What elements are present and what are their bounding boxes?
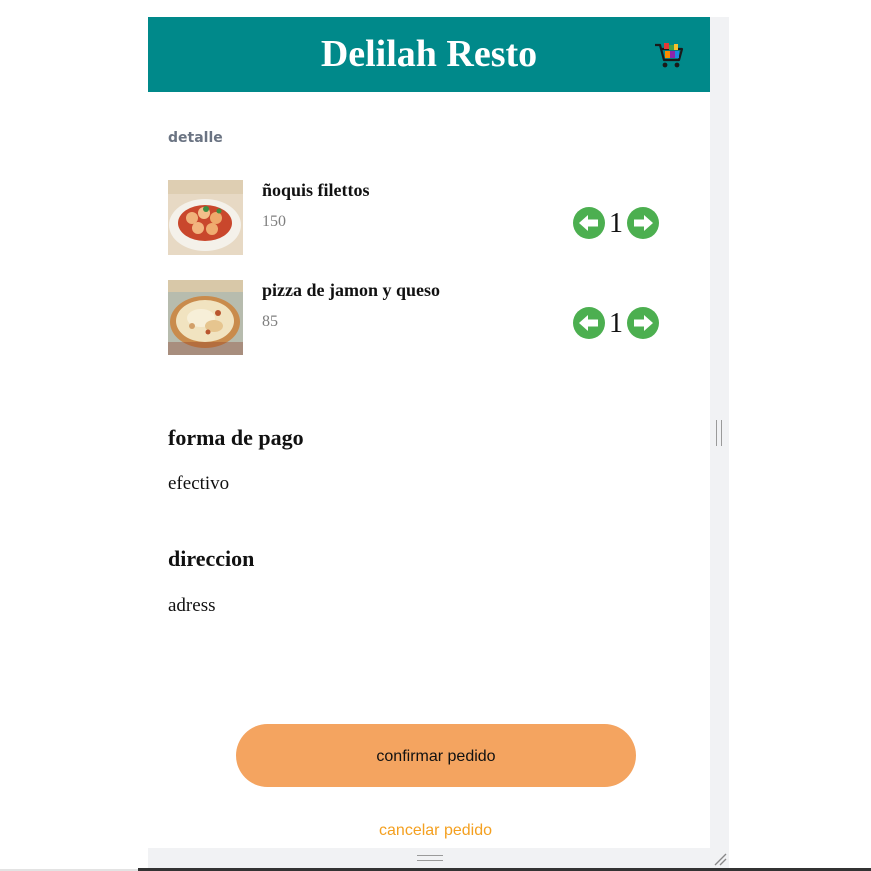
- order-item: ñoquis filettos 150 1: [168, 179, 688, 255]
- corner-resize-grip-icon[interactable]: [713, 851, 727, 866]
- item-price: 150: [262, 213, 286, 230]
- quantity-value: 1: [609, 308, 623, 339]
- address-value: adress: [168, 595, 216, 616]
- app-header: Delilah Resto: [148, 17, 710, 92]
- quantity-stepper: 1: [573, 307, 661, 339]
- order-detail-label: detalle: [168, 130, 223, 146]
- ham-cheese-pizza-photo: [168, 280, 243, 355]
- app-screen: Delilah Resto detalle ñoquis filettos 15…: [148, 17, 710, 848]
- order-item: pizza de jamon y queso 85 1: [168, 279, 688, 355]
- increase-quantity-icon[interactable]: [627, 307, 659, 339]
- address-heading: direccion: [168, 546, 255, 571]
- item-name: ñoquis filettos: [262, 180, 370, 200]
- quantity-stepper: 1: [573, 207, 661, 239]
- cancel-order-link[interactable]: cancelar pedido: [148, 822, 710, 840]
- decrease-quantity-icon[interactable]: [573, 307, 605, 339]
- shopping-cart-icon[interactable]: [653, 39, 685, 71]
- confirm-order-button[interactable]: confirmar pedido: [236, 724, 636, 787]
- decrease-quantity-icon[interactable]: [573, 207, 605, 239]
- app-title: Delilah Resto: [320, 33, 538, 75]
- payment-method-value: efectivo: [168, 473, 230, 494]
- horizontal-resize-handle[interactable]: [417, 855, 443, 861]
- item-price: 85: [262, 313, 278, 330]
- quantity-value: 1: [609, 208, 623, 239]
- vertical-resize-handle[interactable]: [716, 420, 722, 446]
- item-name: pizza de jamon y queso: [262, 280, 441, 300]
- payment-method-heading: forma de pago: [168, 425, 304, 450]
- gnocchi-dish-photo: [168, 180, 243, 255]
- increase-quantity-icon[interactable]: [627, 207, 659, 239]
